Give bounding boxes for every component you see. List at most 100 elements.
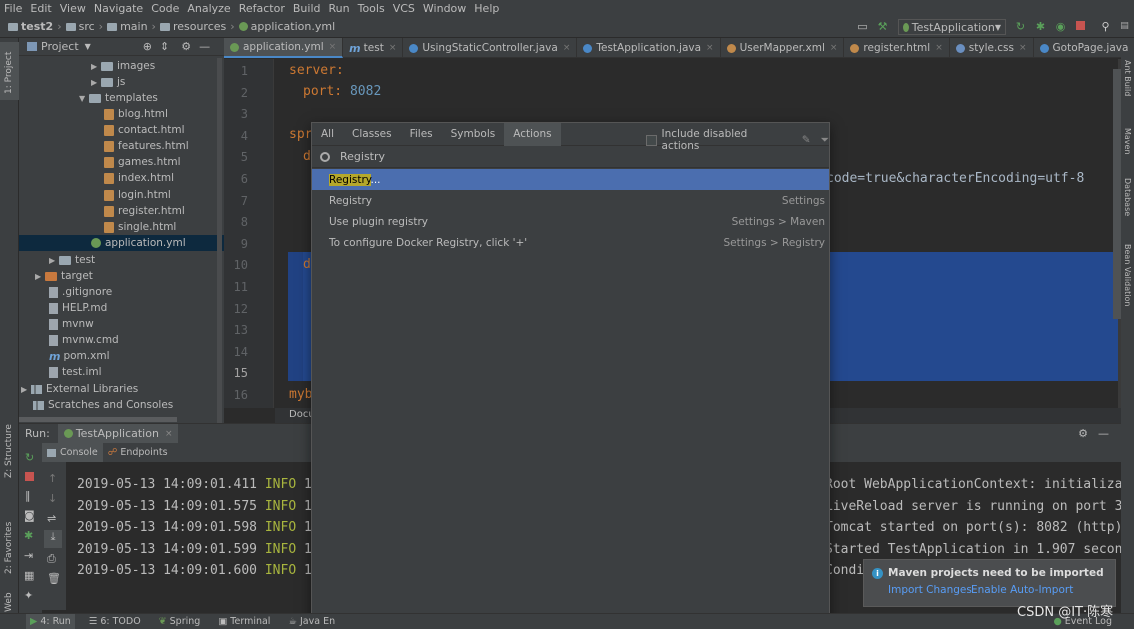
tree-item[interactable]: games.html [104,154,181,170]
search-input[interactable]: Registry [340,150,385,163]
chevron-right-icon[interactable]: ▶ [91,62,101,71]
tree-item[interactable]: test.iml [49,364,102,380]
breadcrumb-item-resources[interactable]: resources › [159,20,239,33]
debug-bug-icon[interactable]: ✱ [1034,20,1047,33]
editor-tab[interactable]: m test × [343,38,404,58]
menu-vcs[interactable]: VCS [393,2,415,15]
menu-view[interactable]: View [60,2,86,15]
trash-icon[interactable]: 🗑 [47,572,61,585]
run-config-select[interactable]: TestApplication ▼ [898,19,1006,35]
tool-window-java-enterprise[interactable]: ☕ Java En [288,616,335,627]
tree-item[interactable]: contact.html [104,122,185,138]
editor-tab[interactable]: UserMapper.xml × [721,38,845,58]
favorites-tool-label[interactable]: 2: Favorites [4,522,14,574]
stop-icon[interactable] [1074,20,1087,33]
pin-icon[interactable]: ✎ [802,134,811,146]
tree-item[interactable]: ▶ target [35,268,93,284]
menu-tools[interactable]: Tools [358,2,385,15]
close-icon[interactable]: × [935,43,943,53]
menu-file[interactable]: File [4,2,22,15]
collapse-all-icon[interactable]: ⇕ [160,40,169,53]
close-icon[interactable]: × [563,43,571,53]
rerun-icon[interactable]: ↻ [25,451,34,464]
tree-item[interactable]: ▶ External Libraries [21,381,138,397]
arrow-down-icon[interactable]: ↓ [48,492,57,505]
editor-tab[interactable]: UsingStaticController.java × [403,38,578,58]
soft-wrap-icon[interactable]: ⇌ [47,512,56,525]
tab-files[interactable]: Files [401,123,442,146]
menu-code[interactable]: Code [151,2,179,15]
maven-tool-label[interactable]: Maven [1123,128,1132,155]
tree-item[interactable]: mvnw.cmd [49,332,119,348]
menu-refactor[interactable]: Refactor [239,2,285,15]
tree-item[interactable]: HELP.md [49,300,107,316]
menu-run[interactable]: Run [329,2,350,15]
coverage-icon[interactable]: ◉ [1054,20,1067,33]
hide-panel-icon[interactable]: — [1098,427,1109,440]
tab-classes[interactable]: Classes [343,123,401,146]
structure-tool-label[interactable]: Z: Structure [4,424,14,478]
ant-build-tool-label[interactable]: Ant Build [1123,60,1132,96]
breadcrumb-item-src[interactable]: src › [65,20,107,33]
bean-validation-tool-label[interactable]: Bean Validation [1123,244,1132,306]
arrow-up-icon[interactable]: ↑ [48,472,57,485]
stop-icon[interactable] [25,471,34,484]
close-icon[interactable]: × [706,43,714,53]
chevron-right-icon[interactable]: ▶ [35,272,45,281]
menu-build[interactable]: Build [293,2,321,15]
search-result-item[interactable]: Registry... [312,169,829,190]
tool-window-todo[interactable]: ☰ 6: TODO [89,616,141,627]
breadcrumb-item-project[interactable]: test2 › [8,20,66,33]
tool-window-terminal[interactable]: ▣ Terminal [218,616,270,627]
menu-edit[interactable]: Edit [30,2,51,15]
editor-tab[interactable]: application.yml × [224,38,344,58]
close-icon[interactable]: × [389,43,397,53]
gear-icon[interactable]: ⚙ [181,40,191,53]
tab-symbols[interactable]: Symbols [442,123,505,146]
hide-panel-icon[interactable]: — [199,40,210,53]
tree-item[interactable]: mvnw [49,316,94,332]
tree-item[interactable]: features.html [104,138,189,154]
project-view-select[interactable]: Project [41,40,79,53]
search-icon[interactable]: ⚲ [1099,20,1112,33]
tab-actions[interactable]: Actions [504,122,561,146]
chevron-right-icon[interactable]: ▶ [49,256,59,265]
filter-icon[interactable]: ⏷ [821,134,829,147]
tool-window-spring[interactable]: ❦ Spring [159,616,201,627]
editor-tab[interactable]: TestApplication.java × [577,38,721,58]
tree-item[interactable]: single.html [104,219,176,235]
tab-all[interactable]: All [312,123,343,146]
menu-help[interactable]: Help [474,2,499,15]
scroll-to-end-icon[interactable]: ⤓ [44,530,62,548]
tree-horizontal-scrollbar[interactable] [19,417,177,422]
breadcrumb-item-main[interactable]: main › [107,20,160,33]
tree-item[interactable]: register.html [104,203,185,219]
menu-window[interactable]: Window [423,2,466,15]
web-tool-label[interactable]: Web [4,592,14,612]
run-tab[interactable]: TestApplication × [57,423,179,444]
tree-item[interactable]: login.html [104,187,171,203]
chevron-right-icon[interactable]: ▶ [91,78,101,87]
tree-item[interactable]: blog.html [104,106,168,122]
menu-analyze[interactable]: Analyze [187,2,230,15]
project-tool-label[interactable]: 1: Project [4,52,14,94]
chevron-down-icon[interactable]: ▼ [79,94,89,103]
editor-tab[interactable]: GotoPage.java× [1034,38,1134,58]
exit-icon[interactable]: ⇥ [24,549,33,562]
tool-window-run[interactable]: ▶ 4: Run [26,614,75,629]
search-result-item[interactable]: Use plugin registry Settings > Maven [312,211,829,232]
pause-icon[interactable]: ‖ [25,489,31,502]
tree-item[interactable]: ▶ js [91,74,125,90]
editor-scrollbar[interactable] [1113,69,1121,319]
menu-navigate[interactable]: Navigate [94,2,143,15]
tree-item[interactable]: ▼ templates [79,90,158,106]
debug-bug-icon[interactable]: ✱ [24,529,33,542]
tree-item[interactable]: m pom.xml [49,348,109,364]
pin-icon[interactable]: ✦ [24,589,33,602]
close-icon[interactable]: × [329,42,337,52]
checkbox-box[interactable] [646,134,657,146]
tree-scrollbar[interactable] [217,58,222,423]
tree-item[interactable]: ▶ test [49,252,95,268]
tab-console[interactable]: Console [42,443,103,462]
gear-icon[interactable]: ⚙ [1078,427,1088,440]
